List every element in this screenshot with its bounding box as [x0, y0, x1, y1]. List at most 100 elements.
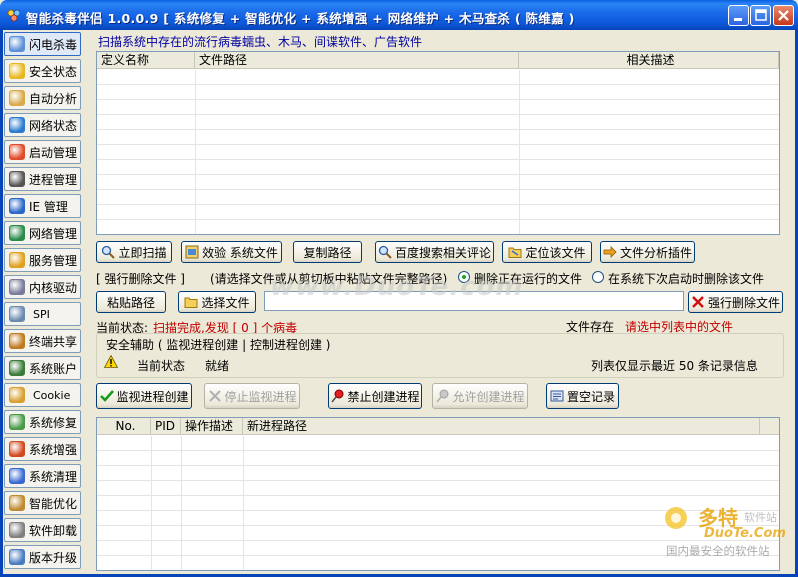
column-new-process-path[interactable]: 新进程路径: [243, 418, 760, 434]
sidebar-item-18[interactable]: 软件卸载: [4, 518, 81, 542]
virus-list-table[interactable]: 定义名称 文件路径 相关描述: [96, 51, 780, 235]
sidebar-item-label: 软件卸载: [29, 523, 78, 538]
column-description[interactable]: 相关描述: [519, 52, 779, 68]
monitor-process-button[interactable]: 监视进程创建: [96, 383, 192, 409]
sidebar-item-label: 闪电杀毒: [29, 37, 78, 52]
window-title: 智能杀毒伴侣 1.0.0.9 [ 系统修复 + 智能优化 + 系统增强 + 网络…: [26, 11, 575, 26]
virus-list-header: 定义名称 文件路径 相关描述: [97, 52, 779, 69]
sidebar-item-15[interactable]: 系统增强: [4, 437, 81, 461]
sidebar-item-0[interactable]: 闪电杀毒: [4, 32, 81, 56]
column-pid[interactable]: PID: [151, 418, 181, 434]
block-process-button[interactable]: 禁止创建进程: [328, 383, 422, 409]
allow-process-button: 允许创建进程: [432, 383, 528, 409]
copy-path-button[interactable]: 复制路径: [293, 241, 362, 263]
cleanup-icon: [9, 468, 25, 484]
sidebar-item-label: 终端共享: [29, 334, 78, 349]
user-icon: [9, 360, 25, 376]
delete-on-reboot-label[interactable]: 在系统下次启动时删除该文件: [608, 270, 764, 287]
locate-file-button[interactable]: 定位该文件: [502, 241, 592, 263]
sidebar-item-19[interactable]: 版本升级: [4, 545, 81, 569]
optimize-icon: [9, 495, 25, 511]
scan-hint: 扫描系统中存在的流行病毒蠕虫、木马、间谍软件、广告软件: [98, 35, 423, 49]
force-delete-label: [ 强行删除文件 ]: [96, 272, 185, 286]
sidebar-item-label: 进程管理: [29, 172, 78, 187]
guard-state-label: 当前状态: [137, 359, 186, 373]
globe-icon: [9, 117, 25, 133]
driver-icon: [9, 279, 25, 295]
ie-icon: [9, 198, 25, 214]
records-note: 列表仅显示最近 50 条记录信息: [591, 359, 758, 373]
sidebar-item-3[interactable]: 网络状态: [4, 113, 81, 137]
security-assist-title: 安全辅助 ( 监视进程创建 | 控制进程创建 ): [104, 336, 333, 353]
sidebar-item-7[interactable]: 网络管理: [4, 221, 81, 245]
column-operation[interactable]: 操作描述: [181, 418, 243, 434]
app-icon: [7, 9, 21, 22]
sidebar-item-label: 系统账户: [29, 361, 78, 376]
sidebar-item-label: 自动分析: [29, 91, 78, 106]
sidebar-item-label: 系统增强: [29, 442, 78, 457]
title-bar[interactable]: 智能杀毒伴侣 1.0.0.9 [ 系统修复 + 智能优化 + 系统增强 + 网络…: [0, 0, 798, 30]
file-analysis-plugin-button[interactable]: 文件分析插件: [600, 241, 695, 263]
service-gear-icon: [9, 252, 25, 268]
duote-watermark: www.DuoTe.com: [270, 272, 524, 302]
process-log-header: No. PID 操作描述 新进程路径: [97, 418, 779, 435]
duote-brand-logo: 多特 软件站 DuoTe.Com 国内最安全的软件站: [660, 500, 794, 560]
network-globe-icon: [9, 225, 25, 241]
verify-system-files-button[interactable]: 效验 系统文件: [181, 241, 282, 263]
upgrade-icon: [9, 549, 25, 565]
windows-flag-icon: [9, 144, 25, 160]
minimize-button[interactable]: [728, 5, 749, 26]
stop-x-icon: [208, 390, 221, 402]
cookie-icon: [9, 387, 25, 403]
clear-records-button[interactable]: 置空记录: [546, 383, 619, 409]
column-definition-name[interactable]: 定义名称: [97, 52, 195, 68]
column-no[interactable]: No.: [97, 418, 151, 434]
stop-monitor-button: 停止监视进程: [204, 383, 300, 409]
checkmark-icon: [99, 390, 114, 402]
force-delete-button[interactable]: 强行删除文件: [688, 291, 783, 313]
sidebar-item-label: 服务管理: [29, 253, 78, 268]
enhance-flag-icon: [9, 441, 25, 457]
sidebar-item-label: 网络管理: [29, 226, 78, 241]
shield-icon: [9, 63, 25, 79]
monitor-icon: [9, 171, 25, 187]
paste-path-button[interactable]: 粘贴路径: [96, 291, 166, 313]
close-icon: [778, 10, 789, 21]
sidebar-item-17[interactable]: 智能优化: [4, 491, 81, 515]
magnifier-icon: [9, 36, 25, 52]
column-file-path[interactable]: 文件路径: [195, 52, 519, 68]
verify-icon: [185, 245, 199, 259]
sidebar-item-4[interactable]: 启动管理: [4, 140, 81, 164]
sidebar-item-10[interactable]: SPI: [4, 302, 81, 326]
warning-icon: [104, 355, 118, 368]
sidebar-item-11[interactable]: 终端共享: [4, 329, 81, 353]
scan-now-button[interactable]: 立即扫描: [96, 241, 172, 263]
choose-file-button[interactable]: 选择文件: [178, 291, 256, 313]
sidebar-item-label: 系统清理: [29, 469, 78, 484]
sidebar-item-label: 智能优化: [29, 496, 78, 511]
sidebar-item-6[interactable]: IE 管理: [4, 194, 81, 218]
close-button[interactable]: [773, 5, 794, 26]
sidebar-item-13[interactable]: Cookie: [4, 383, 81, 407]
delete-on-reboot-radio[interactable]: [592, 271, 604, 283]
sidebar-item-9[interactable]: 内核驱动: [4, 275, 81, 299]
sidebar-item-label: SPI: [33, 307, 50, 321]
folder-open-icon: [184, 297, 198, 308]
sidebar-item-16[interactable]: 系统清理: [4, 464, 81, 488]
spi-icon: [9, 306, 25, 322]
baidu-search-button[interactable]: 百度搜索相关评论: [375, 241, 494, 263]
sidebar-item-14[interactable]: 系统修复: [4, 410, 81, 434]
sidebar-item-5[interactable]: 进程管理: [4, 167, 81, 191]
sidebar-item-8[interactable]: 服务管理: [4, 248, 81, 272]
clear-icon: [550, 390, 564, 402]
sidebar-item-2[interactable]: 自动分析: [4, 86, 81, 110]
pin-disabled-icon: [435, 389, 448, 403]
folder-pen-icon: [9, 90, 25, 106]
sidebar-item-label: 安全状态: [29, 64, 78, 79]
maximize-button[interactable]: [750, 5, 771, 26]
minimize-icon: [734, 18, 742, 21]
guard-state-value: 就绪: [205, 359, 230, 373]
sidebar-item-1[interactable]: 安全状态: [4, 59, 81, 83]
sidebar-item-label: 内核驱动: [29, 280, 78, 295]
sidebar-item-12[interactable]: 系统账户: [4, 356, 81, 380]
